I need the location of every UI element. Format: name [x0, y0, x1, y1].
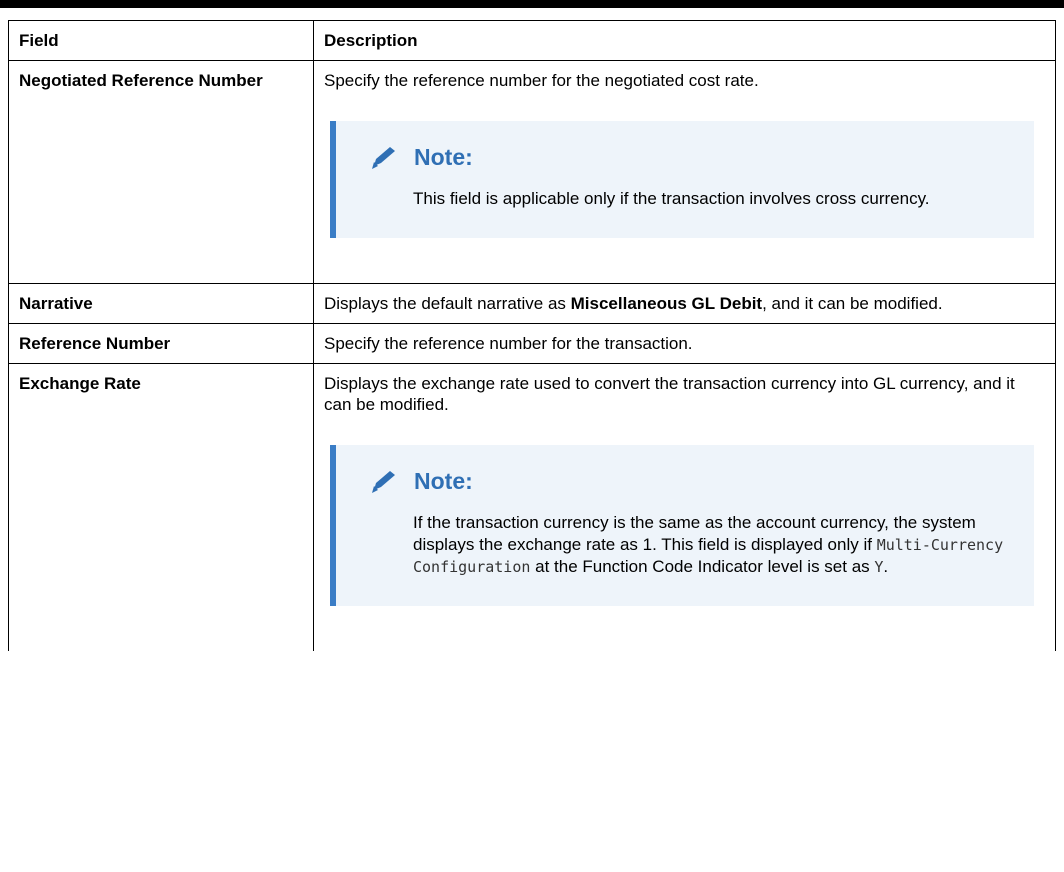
pencil-icon [372, 471, 395, 493]
note-text: This field is applicable only if the tra… [413, 189, 930, 208]
default-narrative-value: Miscellaneous GL Debit [570, 294, 763, 313]
field-description: Specify the reference number for the tra… [313, 323, 1056, 364]
note-box: Note: If the transaction currency is the… [330, 445, 1034, 606]
top-rule [0, 0, 1064, 8]
description-text: , and it can be modified. [762, 294, 943, 313]
header-description: Description [313, 20, 1056, 61]
field-name: Negotiated Reference Number [8, 60, 314, 284]
field-description: Displays the exchange rate used to conve… [313, 363, 1056, 651]
pencil-icon [372, 147, 395, 169]
field-description: Displays the default narrative as Miscel… [313, 283, 1056, 324]
note-line: at the Function Code Indicator level is … [530, 557, 875, 576]
table-row: Negotiated Reference Number Specify the … [8, 60, 1056, 284]
description-text: Specify the reference number for the neg… [324, 71, 759, 90]
header-field: Field [8, 20, 314, 61]
field-description-table: Field Description Negotiated Reference N… [8, 20, 1056, 651]
description-text: Displays the exchange rate used to conve… [324, 374, 1015, 414]
description-text: Displays the default narrative as [324, 294, 571, 313]
field-description: Specify the reference number for the neg… [313, 60, 1056, 284]
table-row: Narrative Displays the default narrative… [8, 283, 1056, 324]
field-name: Narrative [8, 283, 314, 324]
note-text: If the transaction currency is the same … [413, 512, 1014, 578]
note-box: Note: This field is applicable only if t… [330, 121, 1034, 238]
note-title: Note: [414, 468, 473, 494]
note-line: . [883, 557, 889, 576]
table-row: Reference Number Specify the reference n… [8, 323, 1056, 364]
note-title: Note: [414, 144, 473, 170]
field-name: Reference Number [8, 323, 314, 364]
note-line: This field is displayed only if [661, 535, 877, 554]
table-header-row: Field Description [8, 20, 1056, 61]
table-row: Exchange Rate Displays the exchange rate… [8, 363, 1056, 651]
field-name: Exchange Rate [8, 363, 314, 651]
